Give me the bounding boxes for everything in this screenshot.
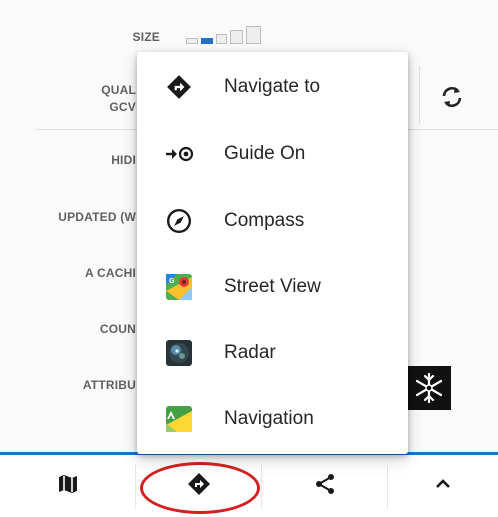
share-icon xyxy=(313,472,337,501)
highlight-circle xyxy=(140,462,260,514)
refresh-icon[interactable] xyxy=(437,82,467,112)
hidden-label: HIDI xyxy=(111,153,136,167)
menu-item-label: Street View xyxy=(224,276,321,297)
menu-item-label: Guide On xyxy=(224,143,306,164)
count-label: COUN xyxy=(99,322,136,336)
menu-item-navigate-to[interactable]: Navigate to xyxy=(137,54,408,120)
radar-icon xyxy=(163,337,195,369)
map-icon xyxy=(57,473,79,500)
navigation-maps-icon xyxy=(163,403,195,435)
map-tab[interactable] xyxy=(0,455,135,517)
navigate-diamond-icon xyxy=(163,71,195,103)
compass-icon xyxy=(163,205,195,237)
share-tab[interactable] xyxy=(262,455,387,517)
menu-item-label: Radar xyxy=(224,342,276,363)
size-indicator xyxy=(186,26,261,44)
svg-text:G: G xyxy=(169,278,175,285)
menu-item-compass[interactable]: Compass xyxy=(137,188,408,254)
chevron-up-icon xyxy=(433,474,453,499)
menu-item-street-view[interactable]: G Street View xyxy=(137,254,408,320)
street-view-icon: G xyxy=(163,271,195,303)
attribute-label: ATTRIBU xyxy=(82,378,136,392)
quality-sub-label: GCV xyxy=(109,100,136,114)
menu-item-label: Navigate to xyxy=(224,76,321,97)
expand-tab[interactable] xyxy=(388,455,498,517)
menu-item-label: Compass xyxy=(224,210,305,231)
divider xyxy=(419,66,420,124)
menu-item-navigation[interactable]: Navigation xyxy=(137,386,408,452)
guide-on-icon xyxy=(163,138,195,170)
menu-item-guide-on[interactable]: Guide On xyxy=(137,121,408,187)
navigation-popup-menu: Navigate to Guide On Compass G Street Vi… xyxy=(137,52,408,454)
attribute-snowflake-icon[interactable] xyxy=(407,366,451,410)
menu-item-label: Navigation xyxy=(224,408,314,429)
size-label: SIZE xyxy=(132,30,160,44)
updated-label: UPDATED (W xyxy=(58,210,136,224)
menu-item-radar[interactable]: Radar xyxy=(137,320,408,386)
cache-label: A CACHI xyxy=(85,266,136,280)
quality-label: QUAL xyxy=(101,83,136,97)
